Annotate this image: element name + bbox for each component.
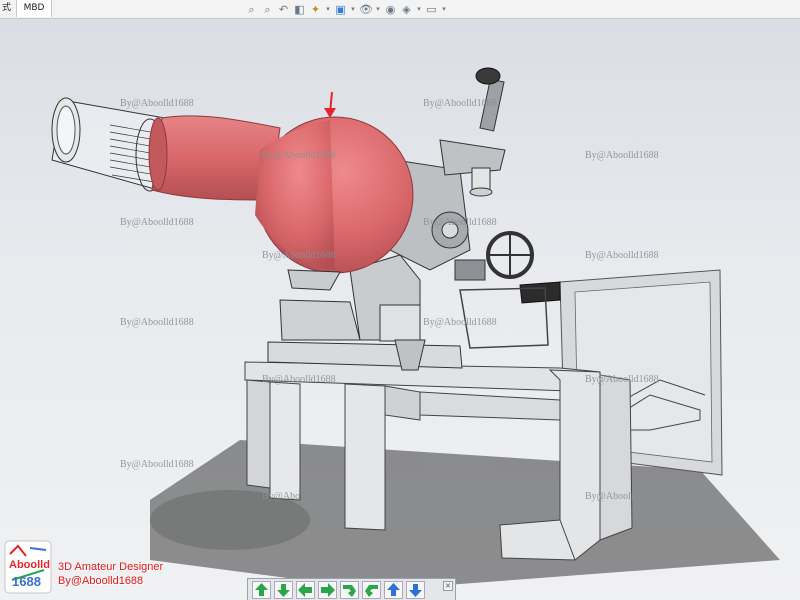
zoom-fit-icon[interactable]: ⌕ bbox=[245, 3, 258, 16]
watermark: By@Aboolld1688 bbox=[262, 150, 336, 161]
chevron-down-icon[interactable]: ▾ bbox=[350, 3, 356, 16]
chevron-down-icon[interactable]: ▾ bbox=[375, 3, 381, 16]
view-settings-icon[interactable]: ▭ bbox=[425, 3, 438, 16]
zoom-area-icon[interactable]: ⌕ bbox=[261, 3, 274, 16]
watermark: By@Aboolld1688 bbox=[120, 217, 194, 228]
display-style-icon[interactable]: ▣ bbox=[334, 3, 347, 16]
branding-line-1: 3D Amateur Designer bbox=[58, 561, 164, 573]
next-icon[interactable] bbox=[406, 580, 425, 599]
watermark: By@Aboolld1688 bbox=[262, 250, 336, 261]
branding-line-2: By@Aboolld1688 bbox=[58, 575, 144, 587]
machine-body-left bbox=[279, 299, 361, 341]
watermark: By@Aboolld1688 bbox=[120, 317, 194, 328]
edit-appearance-icon[interactable]: ◉ bbox=[384, 3, 397, 16]
table-leg-center bbox=[344, 383, 386, 531]
highlighted-tube-rim bbox=[148, 117, 168, 191]
section-view-icon[interactable]: ◧ bbox=[293, 3, 306, 16]
watermark: By@Aboolld1688 bbox=[585, 150, 659, 161]
motor-block bbox=[454, 259, 486, 281]
view-navigation-bar: × bbox=[247, 578, 456, 600]
table-leg-left-front bbox=[246, 379, 271, 489]
watermark: By@Aboolld1688 bbox=[262, 491, 336, 502]
apply-scene-icon[interactable]: ◈ bbox=[400, 3, 413, 16]
table-rail bbox=[384, 385, 421, 421]
handle-black bbox=[519, 281, 561, 304]
view-orientation-icon[interactable]: ✦ bbox=[309, 3, 322, 16]
watermark: By@Aboolld1688 bbox=[262, 374, 336, 385]
watermark: By@Aboolld1688 bbox=[423, 217, 497, 228]
watermark: By@Aboolld1688 bbox=[585, 491, 659, 502]
watermark: By@Aboolld1688 bbox=[120, 98, 194, 109]
watermark: By@Aboolld1688 bbox=[423, 459, 497, 470]
watermark: By@Aboolld1688 bbox=[585, 374, 659, 385]
watermark: By@Aboolld1688 bbox=[423, 98, 497, 109]
watermark: By@Aboolld1688 bbox=[423, 317, 497, 328]
document-tab-bar: 式 MBD ⌕ ⌕ ↶ ◧ ✦ ▾ ▣ ▾ 👁 ▾ ◉ ◈ ▾ ▭ ▾ bbox=[0, 0, 800, 19]
branding-text: 3D Amateur Designer By@Aboolld1688 bbox=[58, 560, 163, 588]
chevron-down-icon[interactable]: ▾ bbox=[325, 3, 331, 16]
left-arrow-icon[interactable] bbox=[296, 580, 315, 599]
chevron-down-icon[interactable]: ▾ bbox=[441, 3, 447, 16]
down-arrow-icon[interactable] bbox=[274, 580, 293, 599]
heads-up-view-toolbar: ⌕ ⌕ ↶ ◧ ✦ ▾ ▣ ▾ 👁 ▾ ◉ ◈ ▾ ▭ ▾ bbox=[245, 2, 447, 16]
watermark: By@Aboolld1688 bbox=[120, 459, 194, 470]
logo-text-bottom: 1688 bbox=[12, 574, 41, 589]
gear-housing bbox=[379, 304, 421, 342]
watermark: By@Aboolld1688 bbox=[585, 250, 659, 261]
hood-mount bbox=[287, 269, 341, 291]
rotate-ccw-icon[interactable] bbox=[340, 580, 359, 599]
table-leg-left-side bbox=[269, 381, 301, 501]
tab-mbd[interactable]: MBD bbox=[16, 0, 52, 17]
graphics-area[interactable]: By@Aboolld1688 By@Aboolld1688 By@Aboolld… bbox=[0, 19, 800, 600]
up-arrow-icon[interactable] bbox=[252, 580, 271, 599]
brand-logo: Aboolld 1688 bbox=[4, 540, 52, 594]
scope-lens bbox=[471, 167, 491, 191]
previous-icon[interactable] bbox=[384, 580, 403, 599]
table-leg-right-side bbox=[599, 374, 633, 541]
chevron-down-icon[interactable]: ▾ bbox=[416, 3, 422, 16]
rotate-cw-icon[interactable] bbox=[362, 580, 381, 599]
close-icon[interactable]: × bbox=[443, 581, 453, 591]
right-arrow-icon[interactable] bbox=[318, 580, 337, 599]
logo-text-top: Aboolld bbox=[9, 559, 50, 571]
table-rear-rail bbox=[419, 391, 561, 421]
previous-view-icon[interactable]: ↶ bbox=[277, 3, 290, 16]
eyepiece bbox=[475, 67, 501, 85]
hide-show-icon[interactable]: 👁 bbox=[359, 3, 373, 16]
